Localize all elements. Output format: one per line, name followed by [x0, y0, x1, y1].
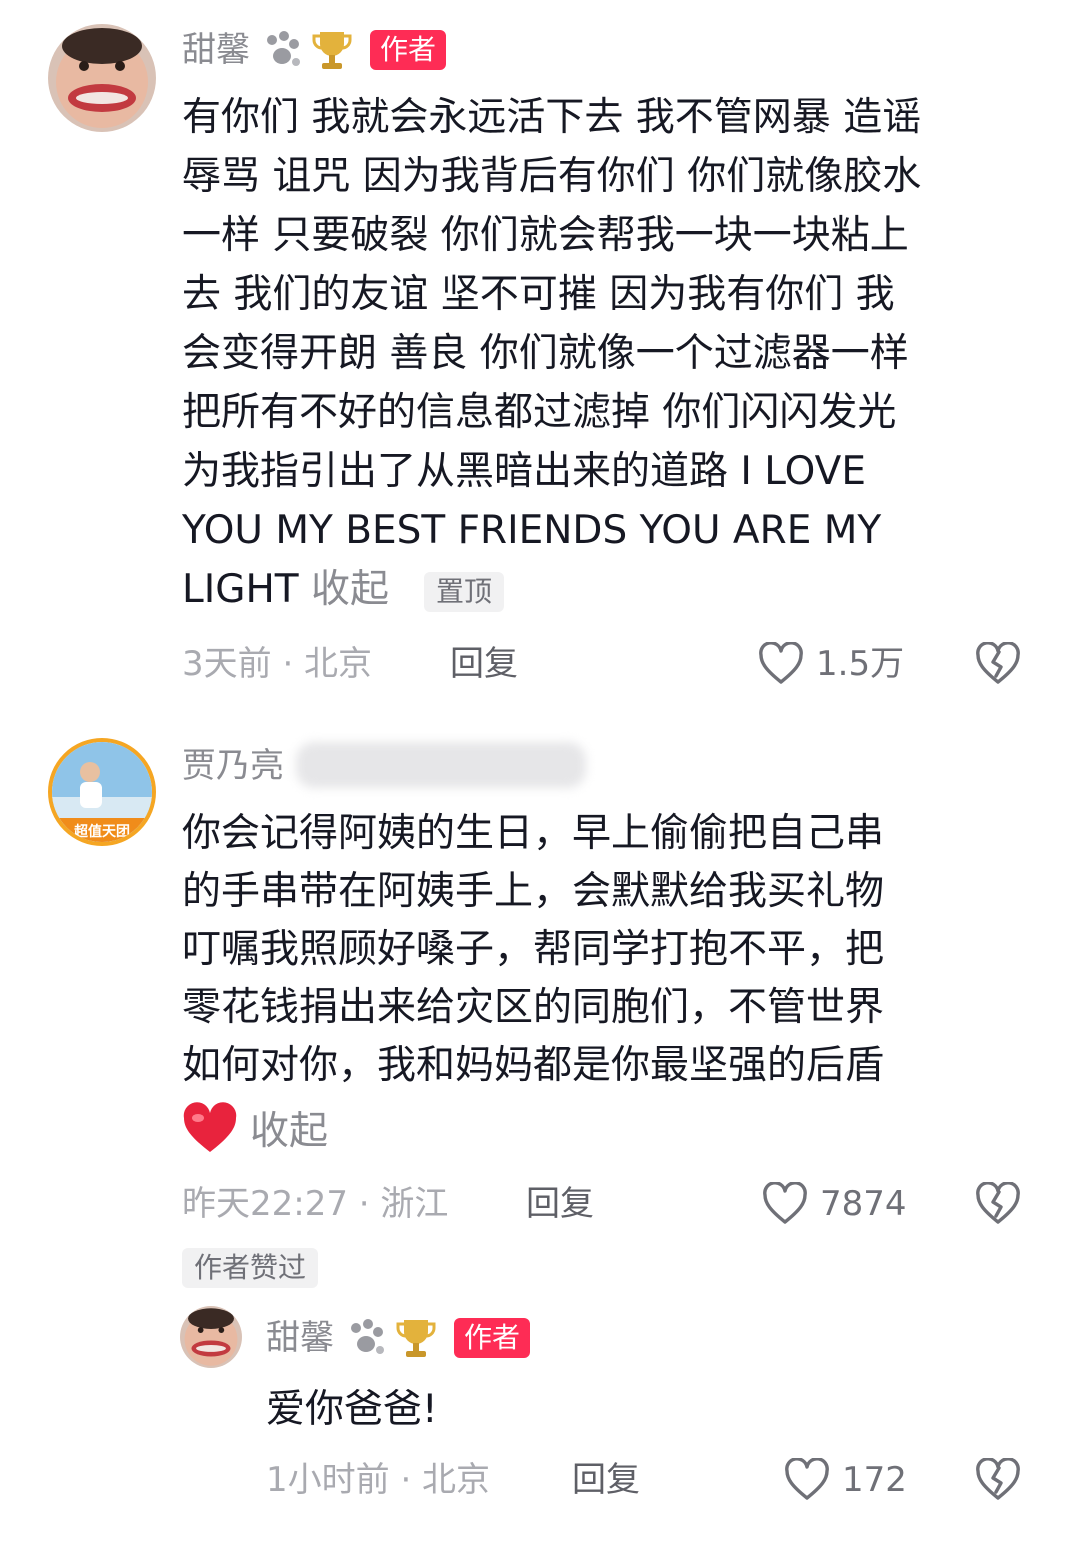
reply-text: 爱你爸爸! — [266, 1387, 438, 1432]
paw-icon — [262, 30, 304, 70]
comment-text-last-line: LIGHT 收起 — [182, 566, 389, 614]
collapse-button[interactable]: 收起 — [250, 1108, 328, 1156]
reply-button[interactable]: 回复 — [450, 644, 518, 684]
heart-outline-icon[interactable] — [758, 641, 804, 686]
avatar[interactable] — [180, 1306, 242, 1368]
comment-text-line: 叮嘱我照顾好嗓子，帮同学打抱不平，把 — [182, 927, 885, 972]
comment-text-line: 一样 只要破裂 你们就会帮我一块一块粘上 — [182, 213, 909, 258]
reply-button[interactable]: 回复 — [526, 1184, 594, 1224]
author-badge: 作者 — [370, 30, 447, 70]
username[interactable]: 甜馨 — [182, 30, 250, 70]
red-heart-emoji — [182, 1102, 238, 1154]
comment-text-line: 辱骂 诅咒 因为我背后有你们 你们就像胶水 — [182, 154, 922, 199]
comment-text-line: 会变得开朗 善良 你们就像一个过滤器一样 — [182, 331, 909, 376]
comment-text-line: 的手串带在阿姨手上，会默默给我买礼物 — [182, 869, 885, 914]
comment-text-line: 为我指引出了从黑暗出来的道路 I LOVE — [182, 449, 866, 494]
svg-text:超值天团: 超值天团 — [73, 823, 130, 840]
paw-icon — [346, 1318, 388, 1358]
broken-heart-icon[interactable] — [974, 1457, 1022, 1502]
like-count: 1.5万 — [816, 644, 905, 684]
comment-text-end: LIGHT — [182, 567, 299, 612]
comment-text-line: 去 我们的友谊 坚不可摧 因为我有你们 我 — [182, 272, 895, 317]
comment-text-line: YOU MY BEST FRIENDS YOU ARE MY — [182, 508, 882, 553]
heart-outline-icon[interactable] — [784, 1457, 830, 1502]
comment-text-line: 有你们 我就会永远活下去 我不管网暴 造谣 — [182, 95, 922, 140]
blurred-region — [296, 742, 586, 788]
broken-heart-icon[interactable] — [974, 1181, 1022, 1226]
time-location: 昨天22:27 · 浙江 — [182, 1184, 449, 1224]
trophy-icon — [312, 28, 352, 72]
avatar[interactable]: 超值天团 — [48, 738, 156, 846]
broken-heart-icon[interactable] — [974, 641, 1022, 686]
trophy-icon — [396, 1316, 436, 1360]
reply-button[interactable]: 回复 — [572, 1460, 640, 1500]
time-location: 1小时前 · 北京 — [266, 1460, 491, 1500]
author-liked-chip: 作者赞过 — [182, 1248, 319, 1288]
collapse-button[interactable]: 收起 — [311, 567, 389, 612]
time-location: 3天前 · 北京 — [182, 644, 373, 684]
heart-outline-icon[interactable] — [762, 1181, 808, 1226]
avatar[interactable] — [48, 24, 156, 132]
comment-text-line: 你会记得阿姨的生日，早上偷偷把自己串 — [182, 811, 885, 856]
comment-text-line: 零花钱捐出来给灾区的同胞们，不管世界 — [182, 985, 885, 1030]
username[interactable]: 贾乃亮 — [182, 746, 284, 786]
author-badge: 作者 — [454, 1318, 531, 1358]
username[interactable]: 甜馨 — [266, 1318, 334, 1358]
pinned-chip: 置顶 — [424, 572, 505, 612]
like-count: 7874 — [820, 1184, 907, 1224]
comment-text-line: 如何对你，我和妈妈都是你最坚强的后盾 — [182, 1043, 885, 1088]
comment-text-line: 把所有不好的信息都过滤掉 你们闪闪发光 — [182, 390, 897, 435]
like-count: 172 — [842, 1460, 907, 1500]
